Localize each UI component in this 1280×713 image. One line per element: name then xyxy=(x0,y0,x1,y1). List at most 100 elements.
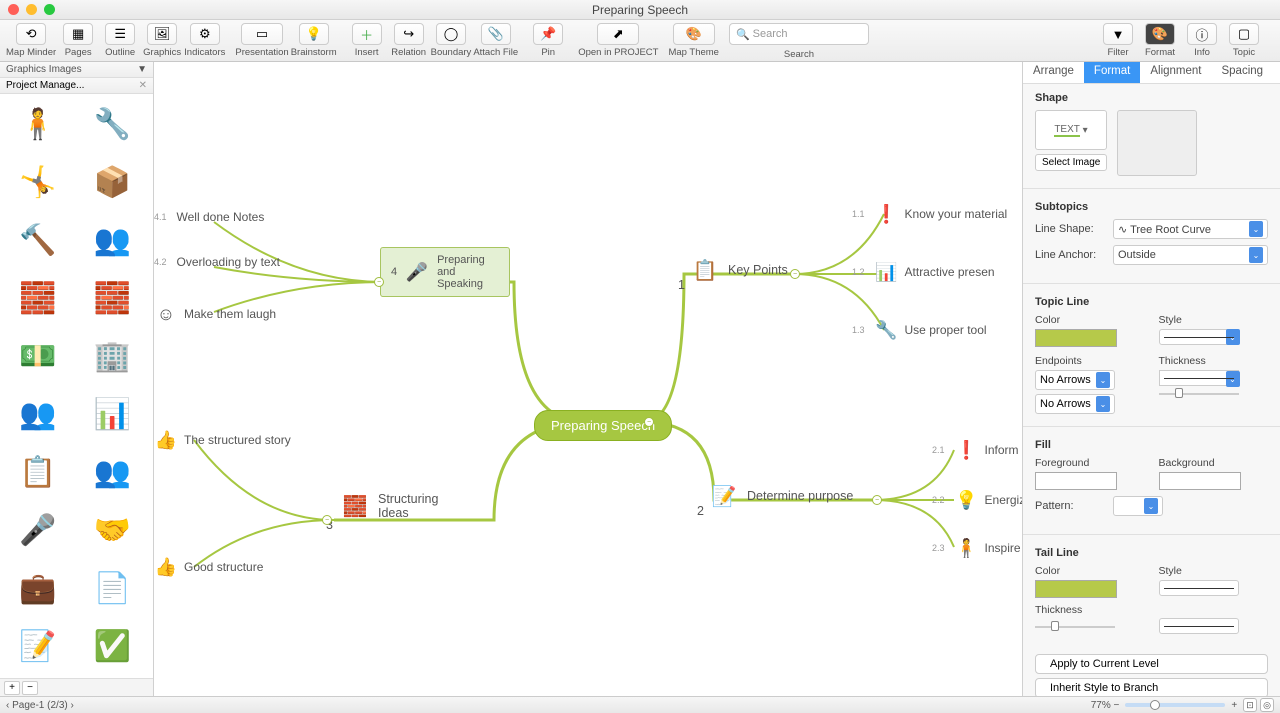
shape-selector[interactable]: TEXT ▾ xyxy=(1035,110,1107,150)
tab-arrange[interactable]: Arrange xyxy=(1023,62,1084,83)
background-color[interactable] xyxy=(1159,472,1241,490)
graphic-item[interactable]: 🧱 xyxy=(4,272,72,324)
graphic-item[interactable]: 👥 xyxy=(79,214,147,266)
thickness-slider[interactable] xyxy=(1159,386,1239,400)
graphic-item[interactable]: 🎤 xyxy=(4,504,72,556)
subtopic[interactable]: 👍The structured story xyxy=(154,428,291,452)
graphic-item[interactable]: 🔧 xyxy=(79,98,147,150)
graphic-item[interactable]: 🤸 xyxy=(4,156,72,208)
remove-button[interactable]: − xyxy=(22,681,38,695)
expand-handle[interactable]: − xyxy=(790,269,800,279)
filter-button[interactable]: ▼Filter xyxy=(1098,23,1138,58)
presentation-button[interactable]: ▭Presentation xyxy=(235,23,288,58)
expand-handle[interactable]: − xyxy=(872,495,882,505)
line-shape-dropdown[interactable]: ∿ Tree Root Curve⌄ xyxy=(1113,219,1268,239)
zoom-in[interactable]: + xyxy=(1231,700,1240,711)
search-input[interactable]: Search xyxy=(729,23,869,45)
format-panel: Arrange Format Alignment Spacing Shape T… xyxy=(1022,62,1280,696)
topic-determine-purpose[interactable]: 2 📝 Determine purpose xyxy=(709,484,853,508)
subtopic[interactable]: 2.1❗Inform xyxy=(932,438,1019,462)
topic-key-points[interactable]: 1 📋 Key Points xyxy=(690,258,788,282)
graphic-item[interactable]: 📋 xyxy=(4,446,72,498)
expand-handle[interactable]: − xyxy=(322,515,332,525)
subtopic[interactable]: 1.3🔧Use proper tool xyxy=(852,318,987,342)
expand-handle[interactable]: − xyxy=(374,277,384,287)
subtopic[interactable]: 2.3🧍Inspire xyxy=(932,536,1021,560)
image-preview[interactable] xyxy=(1117,110,1197,176)
select-image-button[interactable]: Select Image xyxy=(1035,154,1107,171)
indicators-button[interactable]: ⚙Indicators xyxy=(184,23,225,58)
close-icon[interactable]: ✕ xyxy=(139,80,147,91)
pin-button[interactable]: 📌Pin xyxy=(528,23,568,58)
boundary-button[interactable]: ◯Boundary xyxy=(431,23,472,58)
topic-button[interactable]: ▢Topic xyxy=(1224,23,1264,58)
topic-structuring-ideas[interactable]: 3 🧱 StructuringIdeas xyxy=(340,492,438,520)
graphic-item[interactable]: 👥 xyxy=(4,388,72,440)
fit-button[interactable]: ⊡ xyxy=(1243,698,1257,712)
subtopic[interactable]: 👍Good structure xyxy=(154,555,263,579)
graphic-item[interactable]: 🏢 xyxy=(79,330,147,382)
expand-handle[interactable]: − xyxy=(644,417,654,427)
map-theme-button[interactable]: 🎨Map Theme xyxy=(668,23,719,58)
topic-line-color[interactable] xyxy=(1035,329,1117,347)
page-indicator[interactable]: Page-1 (2/3) xyxy=(12,700,68,711)
tail-thickness-slider[interactable] xyxy=(1035,619,1115,633)
graphic-item[interactable]: 💵 xyxy=(4,330,72,382)
tab-alignment[interactable]: Alignment xyxy=(1140,62,1211,83)
mindmap-canvas[interactable]: Preparing Speech − 4 🎤 Preparingand Spea… xyxy=(154,62,1022,696)
prev-page[interactable]: ‹ xyxy=(6,700,9,711)
zoom-slider[interactable] xyxy=(1125,703,1225,707)
sidebar-header[interactable]: Graphics Images▼ xyxy=(0,62,153,78)
tail-line-style[interactable] xyxy=(1159,580,1239,596)
subtopic[interactable]: 1.1❗Know your material xyxy=(852,202,1007,226)
brainstorm-button[interactable]: 💡Brainstorm xyxy=(291,23,337,58)
graphics-button[interactable]: 🖼Graphics xyxy=(142,23,182,58)
open-project-button[interactable]: ⬈Open in PROJECT xyxy=(578,23,658,58)
next-page[interactable]: › xyxy=(71,700,74,711)
attach-file-button[interactable]: 📎Attach File xyxy=(473,23,518,58)
outline-button[interactable]: ☰Outline xyxy=(100,23,140,58)
inherit-style-button[interactable]: Inherit Style to Branch xyxy=(1035,678,1268,696)
zoom-out[interactable]: − xyxy=(1111,700,1120,711)
tab-format[interactable]: Format xyxy=(1084,62,1140,83)
graphic-item[interactable]: 🧍 xyxy=(4,98,72,150)
endpoint2-dropdown[interactable]: No Arrows⌄ xyxy=(1035,394,1115,414)
topic-preparing-speaking[interactable]: 4 🎤 Preparingand Speaking xyxy=(380,247,510,297)
info-button[interactable]: ⓘInfo xyxy=(1182,23,1222,58)
graphic-item[interactable]: 📝 xyxy=(4,620,72,672)
graphic-item[interactable]: 💼 xyxy=(4,562,72,614)
topic-line-style[interactable]: ⌄ xyxy=(1159,329,1239,345)
pages-button[interactable]: ▦Pages xyxy=(58,23,98,58)
graphic-item[interactable]: ✅ xyxy=(79,620,147,672)
graphic-item[interactable]: 📦 xyxy=(79,156,147,208)
graphic-item[interactable]: 📄 xyxy=(79,562,147,614)
add-button[interactable]: + xyxy=(4,681,20,695)
relation-button[interactable]: ↪Relation xyxy=(389,23,429,58)
endpoint1-dropdown[interactable]: No Arrows⌄ xyxy=(1035,370,1115,390)
statusbar: ‹ Page-1 (2/3) › 77% − + ⊡ ◎ xyxy=(0,696,1280,713)
subtopic[interactable]: 2.2💡Energize xyxy=(932,488,1022,512)
tail-thickness-preview[interactable] xyxy=(1159,618,1239,634)
subtopic[interactable]: 4.1Well done Notes xyxy=(154,210,264,224)
smile-icon: ☺ xyxy=(154,302,178,326)
sidebar-category[interactable]: Project Manage... ✕ xyxy=(0,78,153,94)
pattern-dropdown[interactable]: ⌄ xyxy=(1113,496,1163,516)
tail-line-color[interactable] xyxy=(1035,580,1117,598)
format-button[interactable]: 🎨Format xyxy=(1140,23,1180,58)
insert-button[interactable]: ＋Insert xyxy=(347,23,387,58)
graphic-item[interactable]: 🧱 xyxy=(79,272,147,324)
subtopic[interactable]: ☺Make them laugh xyxy=(154,302,276,326)
tab-spacing[interactable]: Spacing xyxy=(1211,62,1273,83)
subtopic[interactable]: 4.2Overloading by text xyxy=(154,255,280,269)
subtopic[interactable]: 1.2📊Attractive presen xyxy=(852,260,995,284)
graphic-item[interactable]: 👥 xyxy=(79,446,147,498)
apply-level-button[interactable]: Apply to Current Level xyxy=(1035,654,1268,674)
graphic-item[interactable]: 🔨 xyxy=(4,214,72,266)
center-button[interactable]: ◎ xyxy=(1260,698,1274,712)
graphic-item[interactable]: 🤝 xyxy=(79,504,147,556)
graphic-item[interactable]: 📊 xyxy=(79,388,147,440)
thickness-preview[interactable]: ⌄ xyxy=(1159,370,1239,386)
map-minder-button[interactable]: ⟲Map Minder xyxy=(6,23,56,58)
line-anchor-dropdown[interactable]: Outside⌄ xyxy=(1113,245,1268,265)
foreground-color[interactable] xyxy=(1035,472,1117,490)
